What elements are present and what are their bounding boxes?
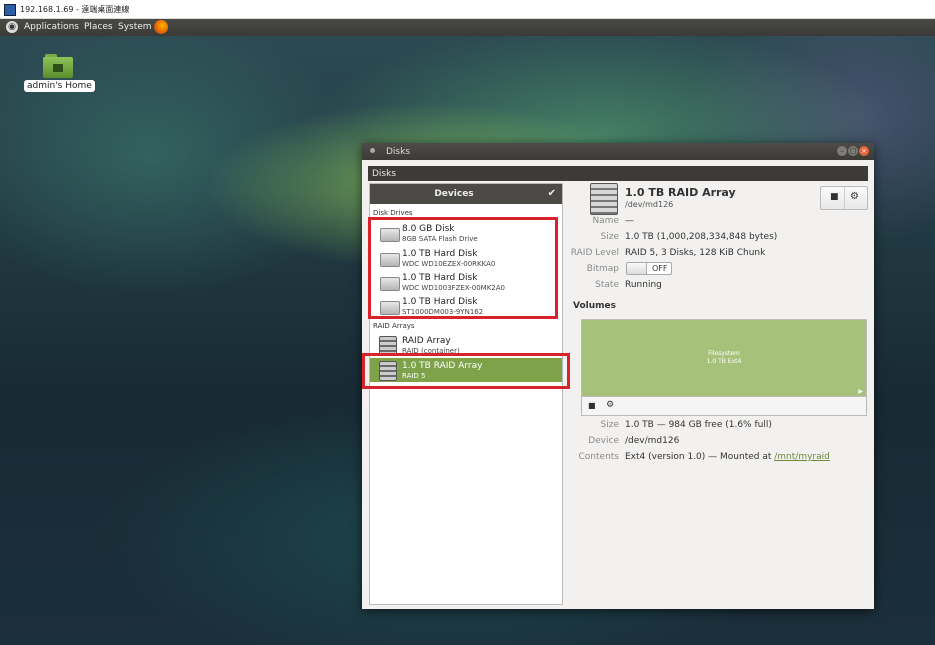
volumes-title: Volumes [573,301,616,311]
device-name: RAID Array [402,336,451,346]
array-title: 1.0 TB RAID Array [625,186,736,199]
vol-contents-value: Ext4 (version 1.0) — Mounted at /mnt/myr… [625,452,830,462]
stop-array-button[interactable]: ■ [830,192,839,202]
places-menu[interactable]: Places [84,22,113,32]
volume-partition-block[interactable]: Filesystem 1.0 TB Ext4 ▶ [581,319,867,397]
gear-icon[interactable]: ⚙ [850,191,859,202]
contents-text: Ext4 (version 1.0) — Mounted at [625,452,772,462]
vol-size-label: Size [600,420,619,430]
window-menu-icon[interactable] [370,148,375,153]
raid-level-label: RAID Level [570,248,619,258]
check-icon[interactable]: ✔ [548,188,556,199]
volume-fs-label: Filesystem [708,350,740,357]
array-device-path: /dev/md126 [625,200,674,209]
minimize-button[interactable]: – [837,146,847,156]
highlight-raid-array [362,353,570,389]
system-menu[interactable]: System [118,22,152,32]
volume-fs-size: 1.0 TB Ext4 [706,358,742,365]
unmount-button[interactable]: ■ [588,401,596,410]
vol-size-value: 1.0 TB — 984 GB free (1.6% full) [625,420,772,430]
applications-menu[interactable]: Applications [24,22,79,32]
remote-desktop-titlebar: 192.168.1.69 - 遠端桌面連線 [0,0,935,19]
gears-icon[interactable]: ⚙ [606,400,614,410]
toggle-knob [627,263,647,274]
devices-header: Devices ✔ [370,184,562,204]
size-value: 1.0 TB (1,000,208,334,848 bytes) [625,232,778,242]
section-raid-arrays: RAID Arrays [373,322,415,330]
window-titlebar[interactable]: Disks – □ × [362,143,874,160]
size-label: Size [600,232,619,242]
devices-header-label: Devices [434,189,474,199]
toggle-state: OFF [652,264,668,273]
remote-desktop-icon [4,4,16,16]
vol-contents-label: Contents [578,452,619,462]
app-menu-bar: Disks [368,166,868,181]
details-panel: 1.0 TB RAID Array /dev/md126 ■ ⚙ Name — … [566,183,868,603]
home-folder-icon[interactable] [43,54,73,78]
raid-level-value: RAID 5, 3 Disks, 128 KiB Chunk [625,248,766,258]
array-controls: ■ ⚙ [820,186,868,210]
state-label: State [595,280,619,290]
vol-device-value: /dev/md126 [625,436,680,446]
raid-array-large-icon [590,183,618,215]
maximize-button[interactable]: □ [848,146,858,156]
ubuntu-logo-icon[interactable]: ◉ [6,21,18,33]
vol-device-label: Device [588,436,619,446]
window-title: Disks [386,147,411,157]
bitmap-label: Bitmap [586,264,619,274]
section-disk-drives: Disk Drives [373,209,413,217]
name-value: — [625,216,634,226]
house-icon [53,64,63,72]
state-value: Running [625,280,662,290]
close-button[interactable]: × [859,146,869,156]
controls-separator [844,187,845,209]
volume-toolbar: ■ ⚙ [581,396,867,416]
play-arrow-icon: ▶ [858,388,863,395]
name-label: Name [592,216,619,226]
app-menu-disks[interactable]: Disks [372,169,396,179]
bitmap-toggle[interactable]: OFF [626,262,672,275]
mount-point-link[interactable]: /mnt/myraid [774,452,830,462]
top-panel: ◉ Applications Places System [0,19,935,36]
disks-window: Disks – □ × Disks Devices ✔ Disk Drives … [362,143,874,609]
remote-desktop-title: 192.168.1.69 - 遠端桌面連線 [20,5,130,14]
firefox-icon[interactable] [154,20,168,34]
highlight-disk-drives [368,217,558,319]
home-folder-label[interactable]: admin's Home [24,80,95,92]
